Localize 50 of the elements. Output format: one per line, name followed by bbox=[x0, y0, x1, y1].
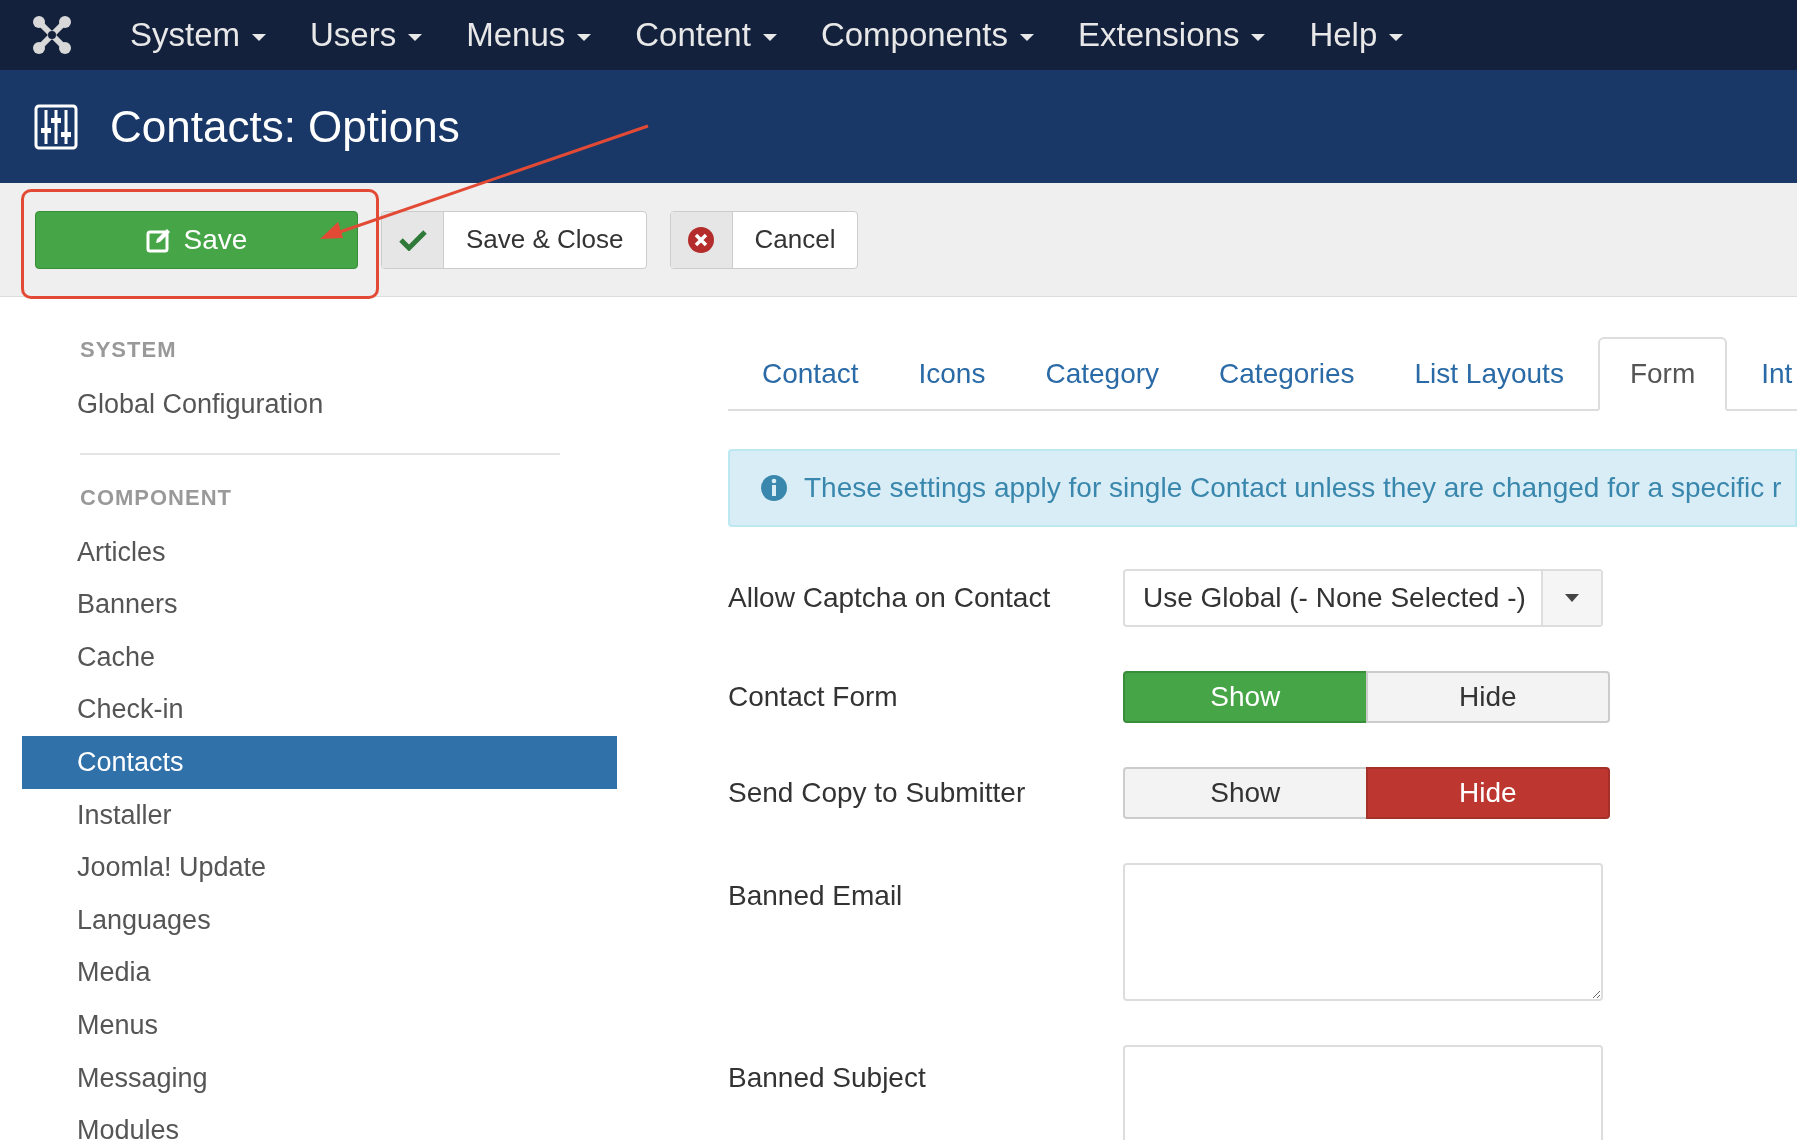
menu-item[interactable]: System bbox=[130, 10, 267, 60]
select-field[interactable]: Use Global (- None Selected -) bbox=[1123, 569, 1603, 627]
sidebar-item[interactable]: Cache bbox=[22, 630, 617, 684]
edit-icon bbox=[145, 226, 172, 253]
sidebar-item[interactable]: Contacts bbox=[22, 735, 617, 789]
tab[interactable]: Int bbox=[1731, 337, 1797, 411]
field-label: Allow Captcha on Contact bbox=[728, 581, 1052, 615]
menu-item[interactable]: Content bbox=[635, 10, 777, 60]
sidebar-item[interactable]: Media bbox=[22, 946, 617, 999]
info-icon bbox=[760, 474, 788, 502]
toggle-option[interactable]: Show bbox=[1123, 767, 1368, 819]
toolbar-button[interactable]: Cancel bbox=[669, 210, 859, 269]
tab[interactable]: Icons bbox=[888, 337, 1016, 411]
field-label: Contact Form bbox=[728, 680, 899, 714]
logo-icon[interactable] bbox=[32, 15, 72, 55]
sidebar-item[interactable]: Banners bbox=[22, 578, 617, 631]
tab[interactable]: List Layouts bbox=[1384, 337, 1594, 411]
sidebar-item[interactable]: Installer bbox=[22, 788, 617, 842]
tab[interactable]: Form bbox=[1597, 337, 1728, 411]
sidebar-item[interactable]: Messaging bbox=[22, 1051, 617, 1105]
check-icon bbox=[398, 228, 427, 251]
menu-item[interactable]: Components bbox=[820, 10, 1034, 60]
sidebar-item[interactable]: Articles bbox=[22, 525, 617, 579]
field-label: Banned Email bbox=[728, 879, 904, 913]
sidebar-item[interactable]: Menus bbox=[22, 998, 617, 1052]
menu-item[interactable]: Menus bbox=[466, 10, 592, 60]
sidebar-item[interactable]: Modules bbox=[22, 1104, 617, 1140]
field-label: Banned Subject bbox=[728, 1061, 927, 1095]
text-area[interactable] bbox=[1123, 863, 1603, 1001]
toggle-option[interactable]: Hide bbox=[1365, 767, 1610, 819]
tab[interactable]: Categories bbox=[1189, 337, 1385, 411]
sidebar-item[interactable]: Joomla! Update bbox=[22, 841, 617, 894]
sidebar-item[interactable]: Check-in bbox=[22, 683, 617, 736]
sidebar-item[interactable]: Languages bbox=[22, 893, 617, 947]
tab[interactable]: Contact bbox=[732, 337, 889, 411]
cancel-icon bbox=[687, 225, 716, 254]
menu-item[interactable]: Users bbox=[310, 10, 423, 60]
section-heading: COMPONENT bbox=[79, 483, 233, 512]
menu-item[interactable]: Extensions bbox=[1078, 10, 1266, 60]
tab[interactable]: Category bbox=[1015, 337, 1190, 411]
caret-icon bbox=[1565, 594, 1579, 602]
toolbar-button[interactable]: Save & Close bbox=[381, 210, 647, 269]
toggle-option[interactable]: Hide bbox=[1365, 671, 1610, 723]
sliders-icon bbox=[34, 103, 78, 150]
page-title: Contacts: Options bbox=[110, 100, 460, 153]
sidebar-item[interactable]: Global Configuration bbox=[22, 378, 617, 431]
menu-item[interactable]: Help bbox=[1309, 10, 1404, 60]
info-text: These settings apply for single Contact unless they are changed for a specific r bbox=[804, 471, 1782, 505]
section-heading: SYSTEM bbox=[79, 336, 178, 364]
field-label: Send Copy to Submitter bbox=[728, 776, 1027, 810]
